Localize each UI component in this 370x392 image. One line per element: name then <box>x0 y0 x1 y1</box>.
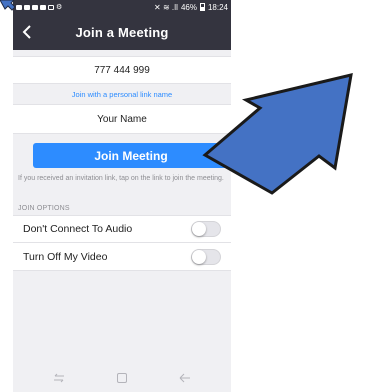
small-arrow-icon <box>0 0 16 11</box>
large-pointer-arrow-icon <box>202 73 353 195</box>
annotation-overlay <box>0 0 353 195</box>
